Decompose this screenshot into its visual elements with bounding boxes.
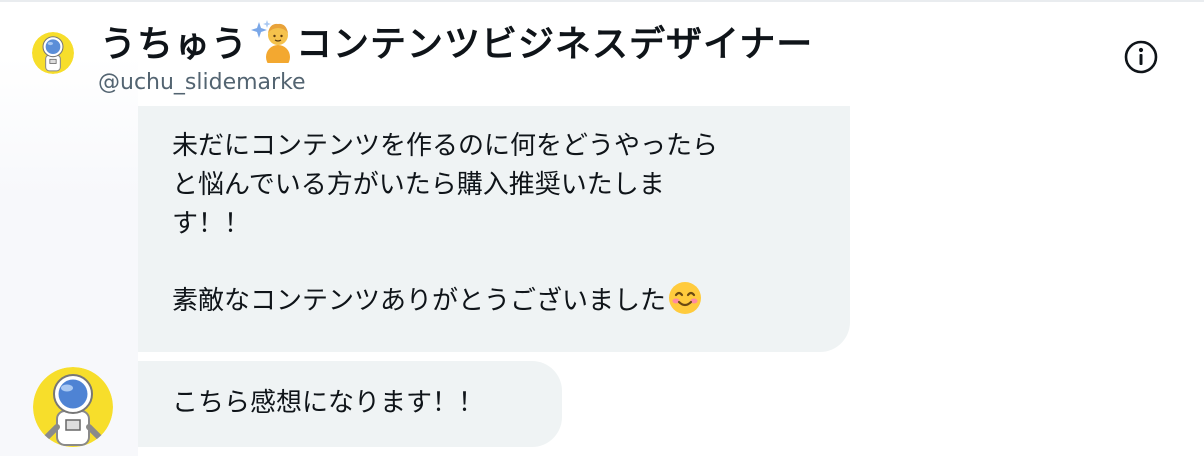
astronaut-avatar-icon bbox=[32, 32, 74, 74]
astronaut-avatar-icon bbox=[33, 367, 113, 447]
header-avatar[interactable] bbox=[32, 32, 74, 74]
message-line: 未だにコンテンツを作るのに何をどうやったら bbox=[172, 131, 719, 161]
message-line: す！！ bbox=[172, 209, 251, 239]
conversation-info-button[interactable] bbox=[1121, 37, 1161, 77]
message-bubble[interactable]: 未だにコンテンツを作るのに何をどうやったら と悩んでいる方がいたら購入推奨いたし… bbox=[138, 106, 850, 352]
sparkles-astronaut-icon bbox=[250, 19, 294, 63]
message-line: 素敵なコンテンツありがとうございました bbox=[172, 286, 667, 316]
user-handle[interactable]: @uchu_slidemarke bbox=[98, 70, 306, 95]
message-bubble[interactable]: こちら感想になります！！ bbox=[138, 361, 562, 447]
display-name-part-2: コンテンツビジネスデザイナー bbox=[296, 24, 814, 65]
message-line: こちら感想になります！！ bbox=[172, 388, 485, 418]
display-name-part-1: うちゅう bbox=[100, 24, 249, 65]
top-divider bbox=[0, 0, 1204, 2]
smiling-face-emoji-icon bbox=[668, 281, 702, 315]
display-name[interactable]: うちゅう コンテンツビジネスデザイナー bbox=[100, 14, 813, 68]
info-icon bbox=[1124, 40, 1158, 74]
message-line: と悩んでいる方がいたら購入推奨いたしま bbox=[172, 170, 665, 200]
sender-avatar[interactable] bbox=[33, 367, 113, 447]
message-line-with-emoji: 素敵なコンテンツありがとうございました bbox=[172, 281, 820, 320]
dm-conversation: うちゅう コンテンツビジネスデザイナー @uchu_slidemarke 未だに… bbox=[0, 0, 1204, 456]
